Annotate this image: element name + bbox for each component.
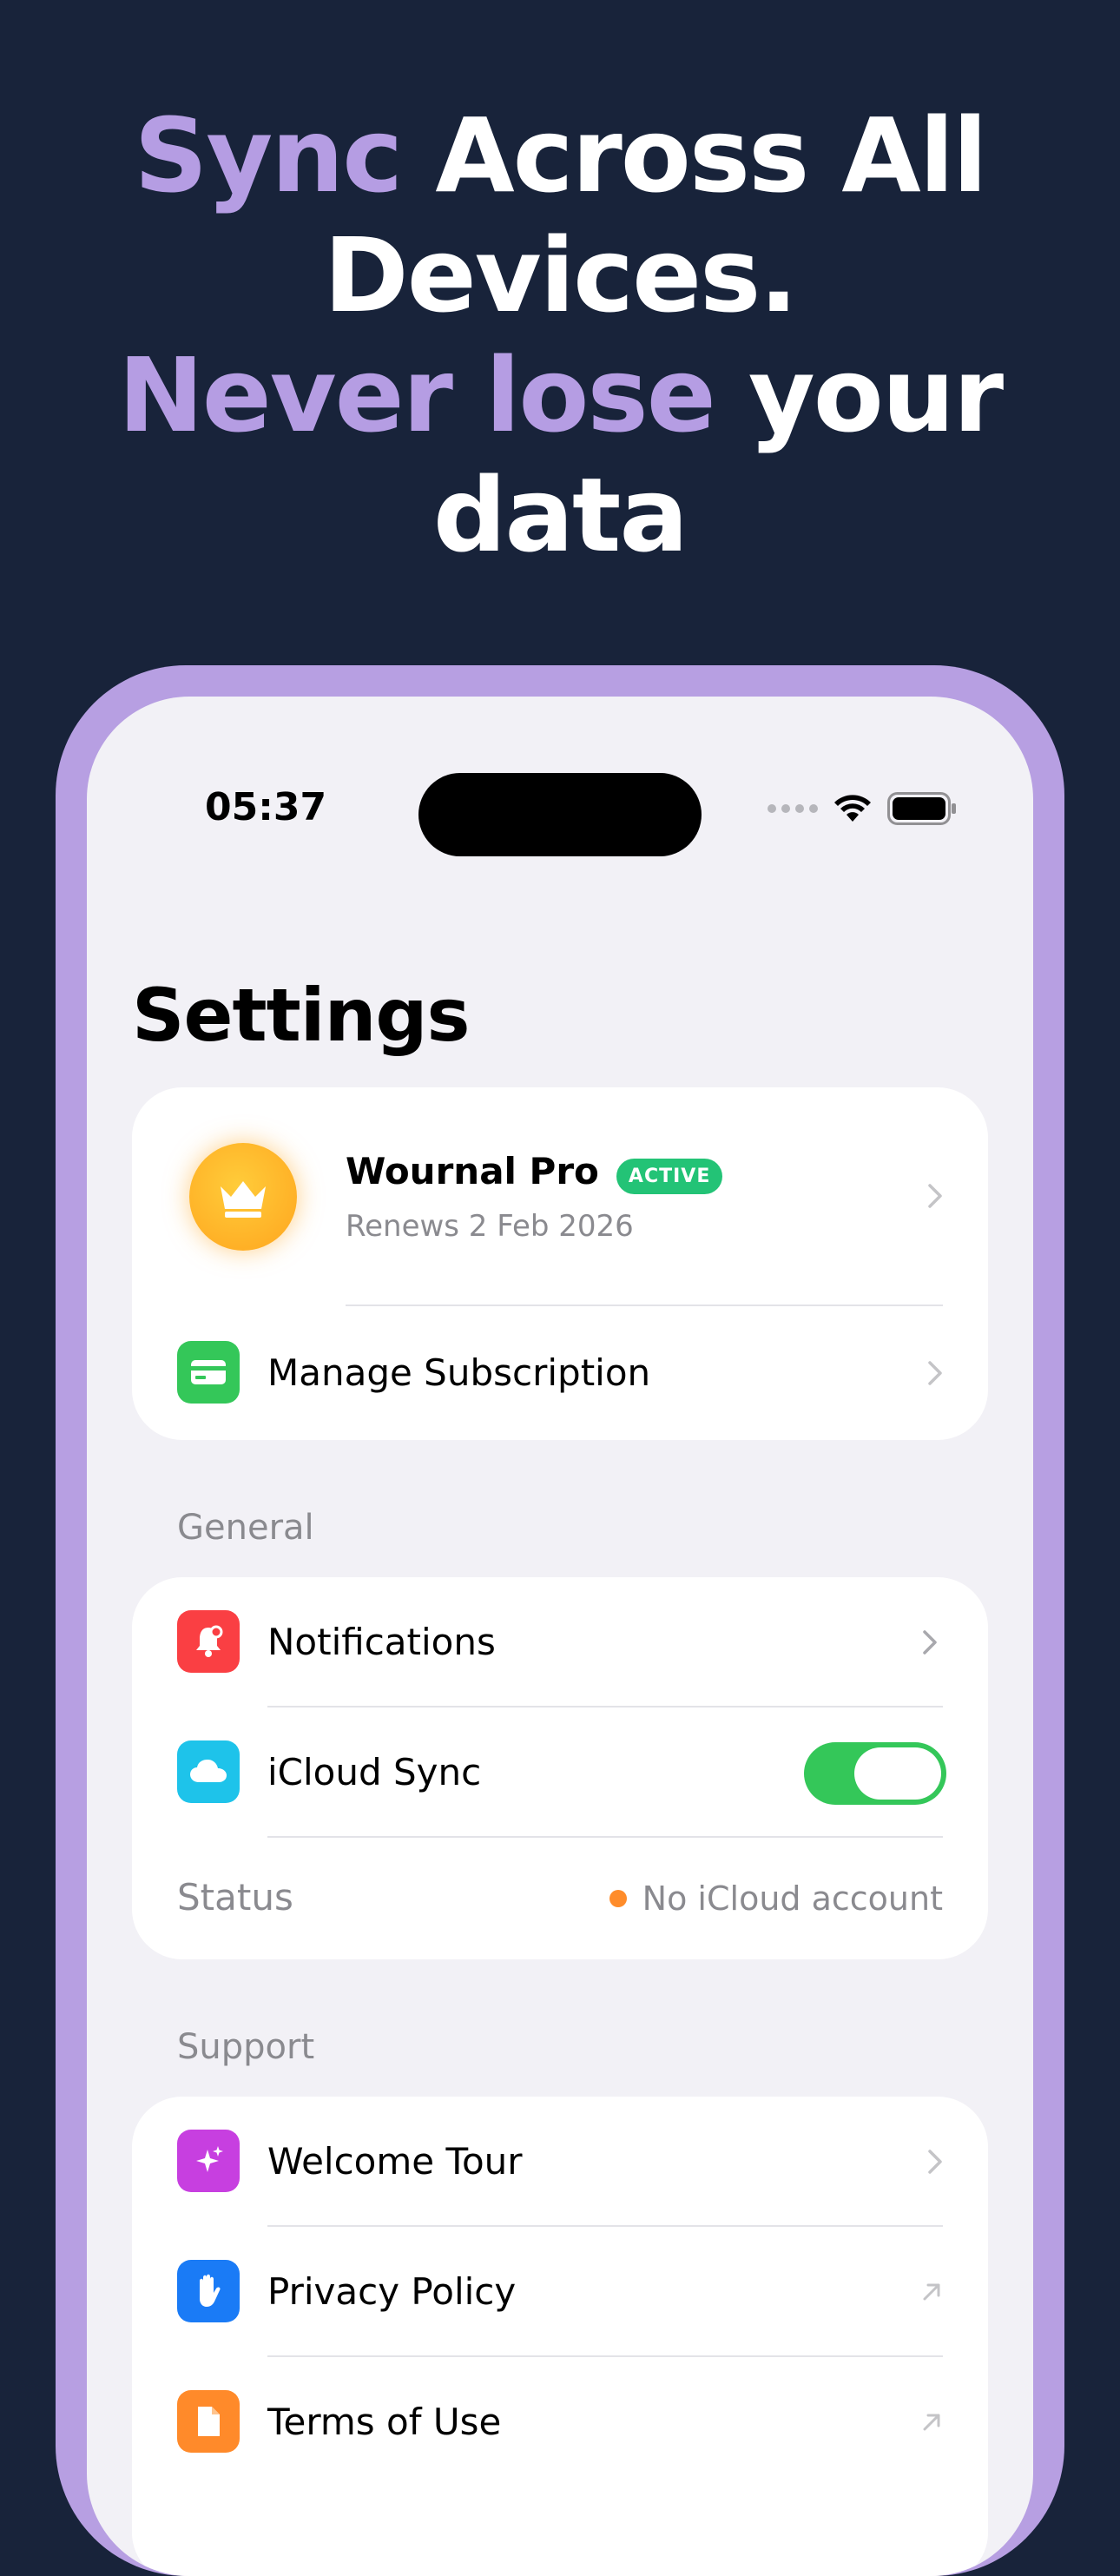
- manage-subscription-label: Manage Subscription: [267, 1351, 651, 1394]
- chevron-right-icon: [923, 1630, 937, 1655]
- status-dot-icon: [609, 1890, 627, 1907]
- sparkles-icon: [177, 2130, 240, 2192]
- terms-of-use-label: Terms of Use: [267, 2401, 502, 2443]
- status-time: 05:37: [205, 785, 327, 829]
- general-card: Notifications iCloud Sync Status No iClo…: [132, 1577, 988, 1959]
- chevron-right-icon: [928, 1361, 942, 1385]
- icloud-sync-row: iCloud Sync: [132, 1707, 988, 1838]
- terms-of-use-row[interactable]: Terms of Use: [132, 2357, 988, 2487]
- card-icon: [177, 1341, 240, 1404]
- bell-icon: [177, 1610, 240, 1673]
- phone-screen: 05:37 Settings Wournal Pro ACTIVE Renews…: [87, 697, 1033, 2576]
- headline-accent-2: Never lose: [117, 335, 716, 455]
- status-row: Status No iCloud account: [132, 1838, 988, 1959]
- status-label: Status: [177, 1876, 293, 1919]
- subscription-card: Wournal Pro ACTIVE Renews 2 Feb 2026 Mana…: [132, 1087, 988, 1440]
- headline-text-1: Across All: [401, 96, 987, 215]
- status-value: No iCloud account: [642, 1879, 943, 1918]
- welcome-tour-label: Welcome Tour: [267, 2140, 523, 2183]
- chevron-right-icon: [928, 2150, 942, 2174]
- chevron-right-icon: [928, 1184, 942, 1208]
- wifi-icon: [834, 795, 871, 822]
- external-link-icon: [923, 2283, 940, 2301]
- dynamic-island: [418, 773, 702, 856]
- crown-icon: [189, 1143, 297, 1251]
- notifications-label: Notifications: [267, 1621, 496, 1663]
- document-icon: [177, 2390, 240, 2453]
- headline-text-4: data: [432, 455, 688, 575]
- support-card: Welcome Tour Privacy Policy Terms of Use: [132, 2097, 988, 2576]
- phone-frame: 05:37 Settings Wournal Pro ACTIVE Renews…: [56, 665, 1064, 2576]
- cloud-icon: [177, 1740, 240, 1803]
- headline-text-3: your: [714, 335, 1004, 455]
- notifications-row[interactable]: Notifications: [132, 1577, 988, 1707]
- signal-icon: [768, 804, 818, 813]
- page-title: Settings: [132, 973, 470, 1058]
- battery-icon: [887, 792, 956, 825]
- welcome-tour-row[interactable]: Welcome Tour: [132, 2097, 988, 2227]
- privacy-policy-label: Privacy Policy: [267, 2270, 517, 2313]
- section-header-general: General: [177, 1508, 314, 1548]
- headline-text-2: Devices.: [323, 215, 798, 335]
- toggle-knob: [854, 1747, 941, 1800]
- status-icons: [768, 792, 957, 825]
- renewal-date: Renews 2 Feb 2026: [346, 1209, 634, 1244]
- headline-accent-1: Sync: [134, 96, 403, 215]
- section-header-support: Support: [177, 2027, 315, 2067]
- icloud-sync-toggle[interactable]: [804, 1742, 946, 1805]
- hand-icon: [177, 2260, 240, 2322]
- marketing-headline: Sync Across All Devices. Never lose your…: [0, 96, 1120, 575]
- privacy-policy-row[interactable]: Privacy Policy: [132, 2227, 988, 2357]
- pro-plan-row[interactable]: Wournal Pro ACTIVE Renews 2 Feb 2026: [132, 1087, 988, 1305]
- icloud-sync-label: iCloud Sync: [267, 1751, 482, 1793]
- manage-subscription-row[interactable]: Manage Subscription: [132, 1306, 988, 1440]
- active-badge: ACTIVE: [616, 1159, 723, 1194]
- plan-name: Wournal Pro: [346, 1150, 599, 1192]
- external-link-icon: [923, 2414, 940, 2431]
